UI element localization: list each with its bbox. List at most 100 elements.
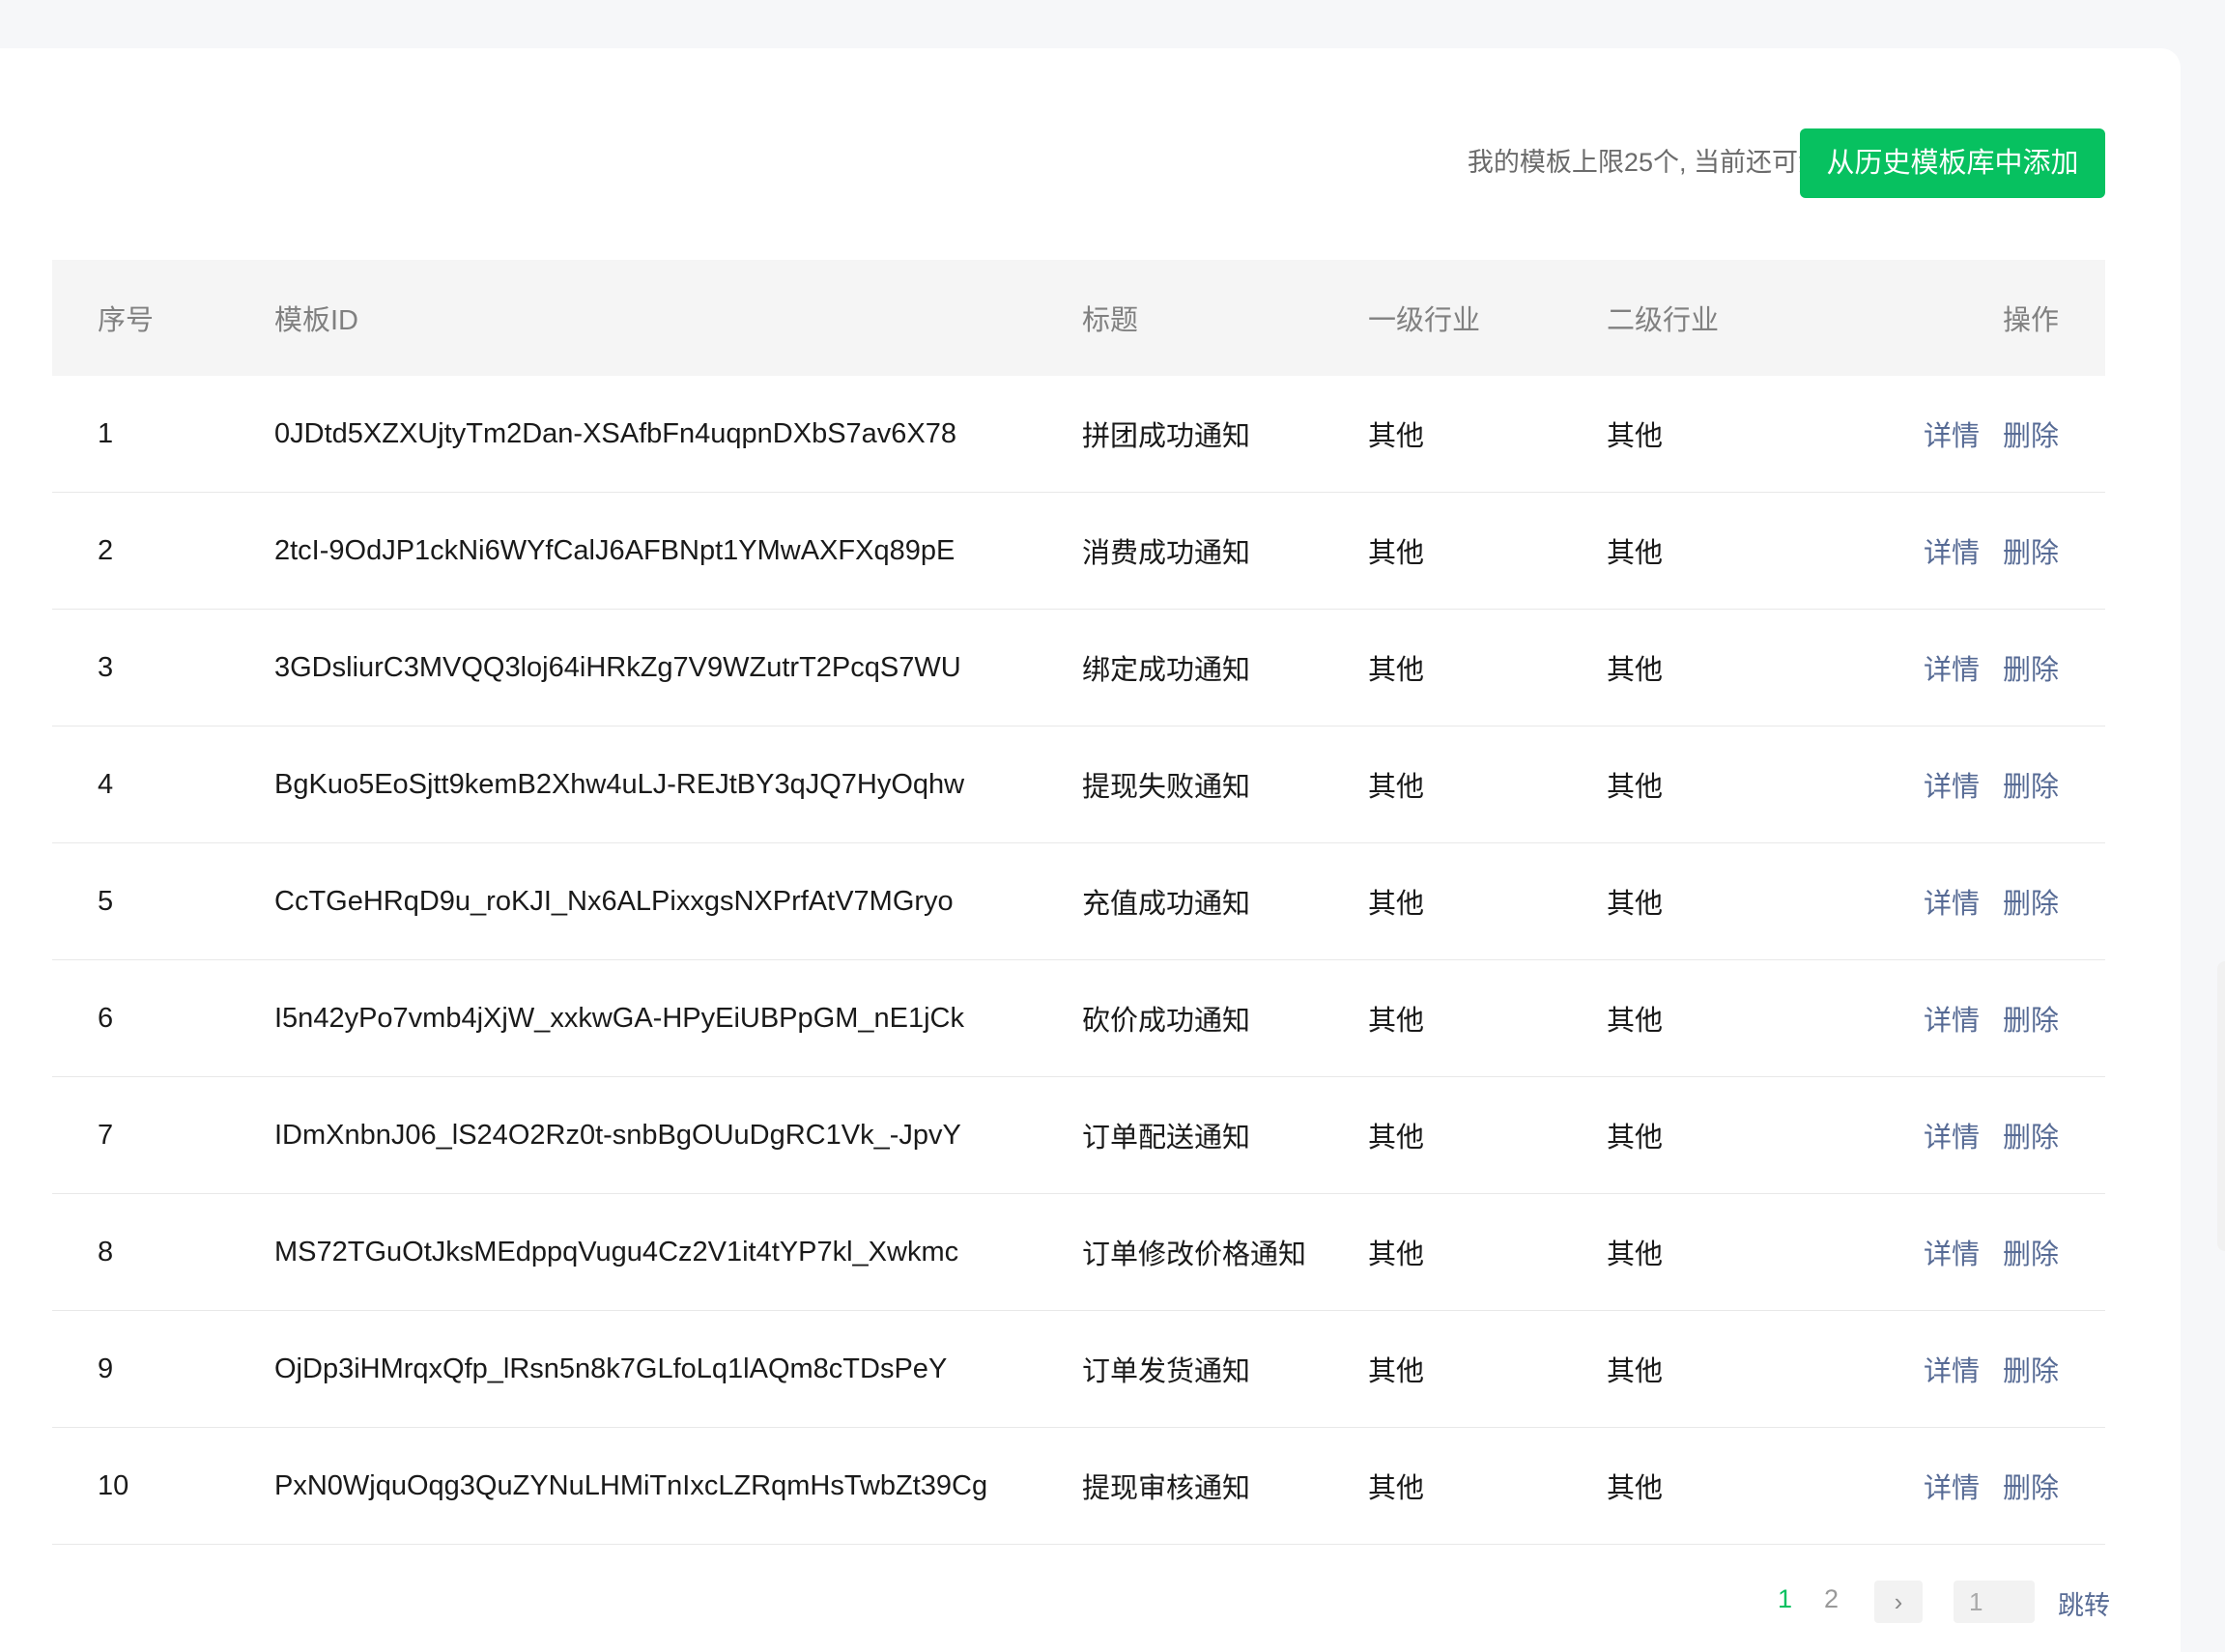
header-industry2: 二级行业 bbox=[1607, 305, 1720, 336]
delete-link[interactable]: 删除 bbox=[2003, 530, 2059, 571]
header-index: 序号 bbox=[98, 305, 155, 336]
row-industry2: 其他 bbox=[1607, 1356, 1664, 1387]
header-title: 标题 bbox=[1082, 305, 1139, 336]
row-template-id: BgKuo5EoSjtt9kemB2Xhw4uLJ-REJtBY3qJQ7HyO… bbox=[274, 768, 965, 800]
delete-link[interactable]: 删除 bbox=[2003, 413, 2059, 454]
row-index: 10 bbox=[98, 1469, 129, 1501]
detail-link[interactable]: 详情 bbox=[1924, 1115, 1980, 1155]
row-industry1: 其他 bbox=[1368, 1123, 1425, 1154]
page-jump-button[interactable]: 跳转 bbox=[2058, 1584, 2110, 1622]
delete-link[interactable]: 删除 bbox=[2003, 1349, 2059, 1389]
row-ops: 详情 删除 bbox=[1900, 1077, 2059, 1193]
row-template-id: 3GDsliurC3MVQQ3loj64iHRkZg7V9WZutrT2PcqS… bbox=[274, 651, 961, 683]
detail-link[interactable]: 详情 bbox=[1924, 1232, 1980, 1272]
row-ops: 详情 删除 bbox=[1900, 376, 2059, 492]
header-industry1: 一级行业 bbox=[1368, 305, 1481, 336]
header-ops: 操作 bbox=[2002, 305, 2059, 336]
table-row: 2 2tcI-9OdJP1ckNi6WYfCalJ6AFBNpt1YMwAXFXq… bbox=[52, 493, 2105, 610]
row-industry2: 其他 bbox=[1607, 772, 1664, 803]
row-industry2: 其他 bbox=[1607, 421, 1664, 452]
delete-link[interactable]: 删除 bbox=[2003, 881, 2059, 922]
table-row: 4 BgKuo5EoSjtt9kemB2Xhw4uLJ-REJtBY3qJQ7Hy… bbox=[52, 726, 2105, 843]
row-index: 1 bbox=[98, 417, 114, 449]
detail-link[interactable]: 详情 bbox=[1924, 1349, 1980, 1389]
row-ops: 详情 删除 bbox=[1900, 1311, 2059, 1427]
delete-link[interactable]: 删除 bbox=[2003, 1115, 2059, 1155]
table-row: 3 3GDsliurC3MVQQ3loj64iHRkZg7V9WZutrT2Pcq… bbox=[52, 610, 2105, 726]
chevron-right-icon[interactable]: › bbox=[1874, 1581, 1923, 1623]
row-ops: 详情 删除 bbox=[1900, 1194, 2059, 1310]
quota-prefix: 我的模板上限25个, 当前还可添加 bbox=[1467, 148, 1850, 177]
page-2-button[interactable]: 2 bbox=[1824, 1584, 1839, 1614]
row-template-id: OjDp3iHMrqxQfp_lRsn5n8k7GLfoLq1lAQm8cTDs… bbox=[274, 1353, 948, 1384]
header-template-id: 模板ID bbox=[274, 305, 359, 336]
row-industry1: 其他 bbox=[1368, 1356, 1425, 1387]
row-industry2: 其他 bbox=[1607, 1239, 1664, 1270]
row-industry1: 其他 bbox=[1368, 772, 1425, 803]
row-title: 提现审核通知 bbox=[1082, 1473, 1251, 1504]
row-index: 2 bbox=[98, 534, 114, 566]
row-title: 消费成功通知 bbox=[1082, 538, 1251, 569]
row-industry1: 其他 bbox=[1368, 655, 1425, 686]
row-index: 5 bbox=[98, 885, 114, 917]
row-title: 订单修改价格通知 bbox=[1082, 1239, 1307, 1270]
row-industry1: 其他 bbox=[1368, 1006, 1425, 1037]
row-template-id: PxN0WjquOqg3QuZYNuLHMiTnIxcLZRqmHsTwbZt3… bbox=[274, 1469, 988, 1501]
row-ops: 详情 删除 bbox=[1900, 610, 2059, 726]
table-row: 10 PxN0WjquOqg3QuZYNuLHMiTnIxcLZRqmHsTwbZ… bbox=[52, 1428, 2105, 1545]
table-header: 序号 模板ID 标题 一级行业 二级行业 操作 bbox=[52, 260, 2105, 376]
row-ops: 详情 删除 bbox=[1900, 493, 2059, 609]
detail-link[interactable]: 详情 bbox=[1924, 413, 1980, 454]
row-title: 拼团成功通知 bbox=[1082, 421, 1251, 452]
table-row: 9 OjDp3iHMrqxQfp_lRsn5n8k7GLfoLq1lAQm8cTD… bbox=[52, 1311, 2105, 1428]
row-index: 3 bbox=[98, 651, 114, 683]
row-ops: 详情 删除 bbox=[1900, 960, 2059, 1076]
row-ops: 详情 删除 bbox=[1900, 726, 2059, 842]
row-title: 充值成功通知 bbox=[1082, 889, 1251, 920]
detail-link[interactable]: 详情 bbox=[1924, 881, 1980, 922]
row-industry2: 其他 bbox=[1607, 538, 1664, 569]
row-template-id: I5n42yPo7vmb4jXjW_xxkwGA-HPyEiUBPpGM_nE1… bbox=[274, 1002, 964, 1034]
row-index: 4 bbox=[98, 768, 114, 800]
delete-link[interactable]: 删除 bbox=[2003, 1232, 2059, 1272]
table-row: 1 0JDtd5XZXUjtyTm2Dan-XSAfbFn4uqpnDXbS7av… bbox=[52, 376, 2105, 493]
row-ops: 详情 删除 bbox=[1900, 843, 2059, 959]
row-industry1: 其他 bbox=[1368, 538, 1425, 569]
row-industry1: 其他 bbox=[1368, 1473, 1425, 1504]
detail-link[interactable]: 详情 bbox=[1924, 1466, 1980, 1506]
row-template-id: IDmXnbnJ06_lS24O2Rz0t-snbBgOUuDgRC1Vk_-J… bbox=[274, 1119, 961, 1151]
row-index: 6 bbox=[98, 1002, 114, 1034]
page-jump-input[interactable] bbox=[1954, 1581, 2035, 1623]
row-industry2: 其他 bbox=[1607, 1123, 1664, 1154]
row-title: 提现失败通知 bbox=[1082, 772, 1251, 803]
row-title: 订单发货通知 bbox=[1082, 1356, 1251, 1387]
table-row: 6 I5n42yPo7vmb4jXjW_xxkwGA-HPyEiUBPpGM_nE… bbox=[52, 960, 2105, 1077]
row-template-id: 2tcI-9OdJP1ckNi6WYfCalJ6AFBNpt1YMwAXFXq8… bbox=[274, 534, 956, 566]
row-index: 7 bbox=[98, 1119, 114, 1151]
row-industry2: 其他 bbox=[1607, 889, 1664, 920]
delete-link[interactable]: 删除 bbox=[2003, 998, 2059, 1039]
row-industry1: 其他 bbox=[1368, 1239, 1425, 1270]
table-row: 8 MS72TGuOtJksMEdppqVugu4Cz2V1it4tYP7kl_X… bbox=[52, 1194, 2105, 1311]
add-from-history-button[interactable]: 从历史模板库中添加 bbox=[1800, 128, 2105, 198]
row-title: 订单配送通知 bbox=[1082, 1123, 1251, 1154]
row-template-id: CcTGeHRqD9u_roKJI_Nx6ALPixxgsNXPrfAtV7MG… bbox=[274, 885, 954, 917]
table-row: 5 CcTGeHRqD9u_roKJI_Nx6ALPixxgsNXPrfAtV7M… bbox=[52, 843, 2105, 960]
page-1-button[interactable]: 1 bbox=[1778, 1584, 1792, 1614]
table-body: 1 0JDtd5XZXUjtyTm2Dan-XSAfbFn4uqpnDXbS7av… bbox=[52, 376, 2105, 1545]
row-industry1: 其他 bbox=[1368, 889, 1425, 920]
detail-link[interactable]: 详情 bbox=[1924, 530, 1980, 571]
delete-link[interactable]: 删除 bbox=[2003, 647, 2059, 688]
top-bar bbox=[0, 0, 2176, 48]
detail-link[interactable]: 详情 bbox=[1924, 764, 1980, 805]
row-industry1: 其他 bbox=[1368, 421, 1425, 452]
row-industry2: 其他 bbox=[1607, 655, 1664, 686]
detail-link[interactable]: 详情 bbox=[1924, 647, 1980, 688]
delete-link[interactable]: 删除 bbox=[2003, 1466, 2059, 1506]
row-index: 9 bbox=[98, 1353, 114, 1384]
detail-link[interactable]: 详情 bbox=[1924, 998, 1980, 1039]
delete-link[interactable]: 删除 bbox=[2003, 764, 2059, 805]
row-industry2: 其他 bbox=[1607, 1006, 1664, 1037]
scrollbar[interactable] bbox=[2217, 961, 2225, 1251]
template-table: 序号 模板ID 标题 一级行业 二级行业 操作 1 0JDtd5XZXUjtyTm… bbox=[52, 260, 2105, 1545]
